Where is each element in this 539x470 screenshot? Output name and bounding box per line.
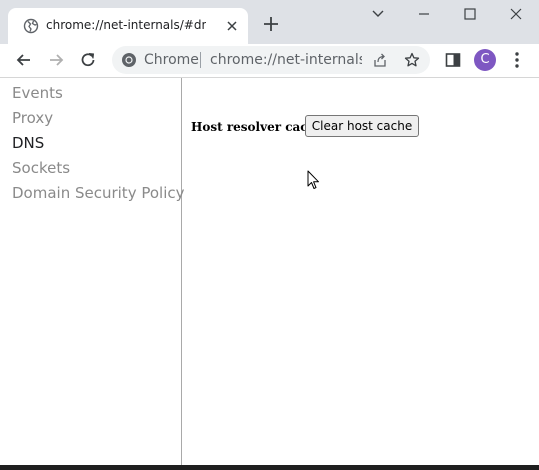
omnibox[interactable]: Chrome chrome://net-internals/... (112, 46, 430, 74)
sidebar-item-domain-security-policy[interactable]: Domain Security Policy (12, 183, 185, 203)
tab-title: chrome://net-internals/#dns (46, 18, 206, 32)
sidebar-item-sockets[interactable]: Sockets (12, 158, 70, 178)
kebab-menu-icon[interactable] (507, 50, 527, 70)
page-content: Events Proxy DNS Sockets Domain Security… (0, 78, 539, 465)
tab-net-internals[interactable]: chrome://net-internals/#dns (8, 8, 248, 44)
arrow-left-icon[interactable] (14, 50, 34, 70)
sidebar-item-dns[interactable]: DNS (12, 133, 44, 153)
share-icon[interactable] (372, 52, 388, 68)
host-resolver-cache-label: Host resolver cache (191, 120, 324, 134)
minimize-icon[interactable] (412, 4, 436, 24)
omnibox-url[interactable]: chrome://net-internals/... (210, 51, 362, 69)
star-icon[interactable] (404, 52, 420, 68)
clear-host-cache-button[interactable]: Clear host cache (305, 115, 419, 137)
plus-icon[interactable] (261, 14, 281, 34)
dns-panel: Host resolver cache Clear host cache (182, 78, 539, 465)
side-panel-icon[interactable] (443, 50, 463, 70)
close-icon[interactable] (504, 4, 528, 24)
avatar[interactable]: C (474, 49, 496, 71)
chrome-icon[interactable] (121, 52, 137, 68)
sidebar: Events Proxy DNS Sockets Domain Security… (0, 78, 185, 465)
close-icon[interactable] (224, 18, 240, 34)
sidebar-item-events[interactable]: Events (12, 83, 63, 103)
sidebar-item-proxy[interactable]: Proxy (12, 108, 53, 128)
chevron-down-icon[interactable] (366, 4, 390, 24)
omnibox-origin-label: Chrome (144, 52, 199, 68)
browser-window: chrome://net-internals/#dns Chrome chrom… (0, 0, 539, 470)
toolbar: Chrome chrome://net-internals/... C (0, 44, 539, 78)
globe-icon (23, 18, 39, 34)
reload-icon[interactable] (78, 50, 98, 70)
mouse-cursor-icon (307, 170, 319, 189)
maximize-icon[interactable] (458, 4, 482, 24)
omnibox-separator (200, 52, 201, 68)
tab-strip: chrome://net-internals/#dns (0, 0, 539, 44)
arrow-right-icon[interactable] (46, 50, 66, 70)
window-bottom-edge (0, 465, 539, 470)
